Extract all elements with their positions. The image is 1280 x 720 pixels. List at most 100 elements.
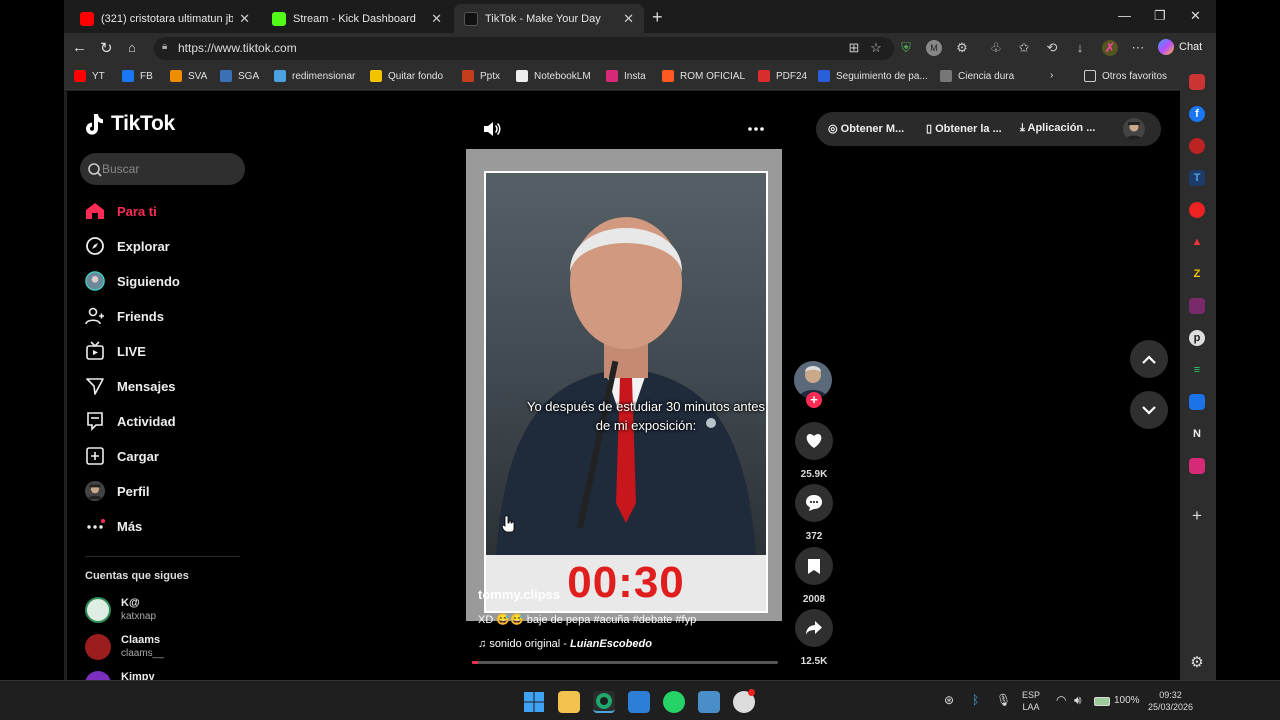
home-icon[interactable]: ⌂ bbox=[128, 40, 136, 55]
bookmark-item[interactable]: Pptx bbox=[462, 70, 500, 82]
nav-mensajes[interactable]: Mensajes bbox=[85, 376, 176, 396]
copilot-chat-button[interactable]: Chat bbox=[1158, 39, 1202, 55]
more-options-icon[interactable] bbox=[748, 126, 764, 132]
bookmark-item[interactable]: NotebookLM bbox=[516, 70, 591, 82]
whatsapp-icon[interactable] bbox=[663, 691, 685, 713]
close-icon[interactable]: ✕ bbox=[623, 11, 634, 27]
browser-essentials-icon[interactable]: ♧ bbox=[988, 40, 1004, 56]
bookmark-item[interactable]: redimensionar bbox=[274, 70, 355, 82]
like-action[interactable]: 25.9K bbox=[795, 422, 833, 480]
sidebar-app-icon[interactable]: ≡ bbox=[1189, 362, 1205, 378]
search-input[interactable]: Buscar bbox=[80, 153, 245, 185]
extension-m-icon[interactable]: M bbox=[926, 40, 942, 56]
following-user[interactable]: Kimpy bbox=[85, 671, 155, 680]
bookmark-item[interactable]: PDF24 bbox=[758, 70, 807, 82]
file-explorer-icon[interactable] bbox=[558, 691, 580, 713]
bookmark-icon[interactable] bbox=[795, 547, 833, 585]
bookmark-item[interactable]: Seguimiento de pa... bbox=[818, 70, 928, 82]
settings-gear-icon[interactable]: ⚙ bbox=[1189, 655, 1205, 671]
tab-tiktok[interactable]: TikTok - Make Your Day ✕ bbox=[454, 4, 644, 33]
other-favorites-folder[interactable]: Otros favoritos bbox=[1084, 70, 1167, 82]
nav-live[interactable]: LIVE bbox=[85, 341, 146, 361]
comment-action[interactable]: 372 bbox=[795, 484, 833, 542]
battery-indicator[interactable]: 100% bbox=[1094, 695, 1140, 707]
close-window-icon[interactable]: ✕ bbox=[1190, 8, 1201, 24]
new-tab-button[interactable]: + bbox=[652, 7, 663, 28]
share-action[interactable]: 12.5K bbox=[795, 609, 833, 667]
desktop-app-button[interactable]: ⤓ Aplicación ... bbox=[1020, 122, 1095, 135]
favorites-icon[interactable]: ✩ bbox=[1016, 40, 1032, 56]
bookmark-item[interactable]: Insta bbox=[606, 70, 646, 82]
get-coins-button[interactable]: ◎ Obtener M... bbox=[828, 122, 904, 135]
nav-perfil[interactable]: Perfil bbox=[85, 481, 150, 501]
close-icon[interactable]: ✕ bbox=[239, 11, 250, 27]
address-bar[interactable]: 🔒︎ https://www.tiktok.com bbox=[154, 37, 894, 60]
nav-mas[interactable]: Más bbox=[85, 516, 142, 536]
facebook-icon[interactable]: f bbox=[1189, 106, 1205, 122]
restore-icon[interactable]: ❐ bbox=[1154, 8, 1166, 24]
bookmark-item[interactable]: FB bbox=[122, 70, 153, 82]
volume-icon[interactable]: 🔊︎ bbox=[1074, 694, 1082, 706]
downloads-icon[interactable]: ↓ bbox=[1072, 40, 1088, 56]
bookmark-action[interactable]: 2008 bbox=[795, 547, 833, 605]
get-app-button[interactable]: ▯ Obtener la ... bbox=[926, 122, 1002, 135]
extensions-puzzle-icon[interactable]: ⚙ bbox=[954, 40, 970, 56]
language-indicator[interactable]: ESP LAA bbox=[1022, 689, 1040, 713]
bluetooth-icon[interactable]: ᛒ bbox=[972, 694, 979, 706]
user-avatar[interactable] bbox=[1123, 118, 1145, 140]
favorite-star-icon[interactable]: ☆ bbox=[868, 40, 884, 56]
translate-icon[interactable]: T bbox=[1189, 170, 1205, 186]
windows-start-icon[interactable] bbox=[523, 691, 545, 713]
video-username[interactable]: tommy.clipss bbox=[478, 587, 560, 602]
history-icon[interactable]: ⟲ bbox=[1044, 40, 1060, 56]
volume-icon[interactable] bbox=[483, 121, 501, 137]
nav-para-ti[interactable]: Para ti bbox=[85, 201, 157, 221]
bookmark-item[interactable]: Ciencia dura bbox=[940, 70, 1014, 82]
back-icon[interactable]: ← bbox=[72, 39, 87, 56]
next-video-button[interactable] bbox=[1130, 391, 1168, 429]
nav-explorar[interactable]: Explorar bbox=[85, 236, 170, 256]
sidebar-app-icon[interactable] bbox=[1189, 138, 1205, 154]
reload-icon[interactable]: ↻ bbox=[100, 39, 113, 57]
sidebar-app-icon[interactable]: ▲ bbox=[1189, 234, 1205, 250]
minimize-icon[interactable]: — bbox=[1118, 8, 1131, 23]
sidebar-app-icon[interactable]: p bbox=[1189, 330, 1205, 346]
store-icon[interactable] bbox=[628, 691, 650, 713]
sidebar-app-icon[interactable] bbox=[1189, 74, 1205, 90]
sidebar-app-icon[interactable] bbox=[1189, 394, 1205, 410]
edge-browser-icon[interactable] bbox=[593, 691, 615, 713]
bookmark-item[interactable]: Quitar fondo bbox=[370, 70, 443, 82]
sidebar-app-icon[interactable] bbox=[1189, 202, 1205, 218]
profile-avatar-icon[interactable]: ✗ bbox=[1102, 40, 1118, 56]
bookmark-item[interactable]: SGA bbox=[220, 70, 259, 82]
share-icon[interactable] bbox=[795, 609, 833, 647]
tab-youtube[interactable]: (321) cristotara ultimatun jb - YouT ✕ bbox=[70, 4, 260, 33]
comment-icon[interactable] bbox=[795, 484, 833, 522]
tiktok-logo[interactable]: TikTok bbox=[85, 112, 175, 136]
video-sound[interactable]: ♫ sonido original - LuianEscobedo bbox=[478, 638, 652, 650]
sidebar-app-icon[interactable]: Z bbox=[1189, 266, 1205, 282]
bookmark-item[interactable]: YT bbox=[74, 70, 105, 82]
clock[interactable]: 09:32 25/03/2026 bbox=[1148, 689, 1193, 713]
video-player[interactable]: Yo después de estudiar 30 minutos antes … bbox=[466, 149, 782, 621]
security-icon[interactable]: ⊛ bbox=[944, 694, 954, 706]
microphone-icon[interactable]: 🎙︎ bbox=[996, 694, 1011, 706]
wifi-icon[interactable]: ◠ bbox=[1056, 694, 1066, 706]
sidebar-app-icon[interactable] bbox=[1189, 298, 1205, 314]
add-sidebar-app-icon[interactable]: + bbox=[1189, 507, 1205, 524]
notion-icon[interactable]: N bbox=[1189, 426, 1205, 442]
video-progress-bar[interactable] bbox=[472, 661, 778, 664]
following-user[interactable]: K@ katxnap bbox=[85, 597, 156, 623]
tab-kick[interactable]: Stream - Kick Dashboard ✕ bbox=[262, 4, 452, 33]
nav-cargar[interactable]: Cargar bbox=[85, 446, 159, 466]
split-screen-icon[interactable]: ⊞ bbox=[846, 40, 862, 56]
nav-friends[interactable]: Friends bbox=[85, 306, 164, 326]
bookmark-item[interactable]: SVA bbox=[170, 70, 207, 82]
chevron-right-icon[interactable]: › bbox=[1050, 70, 1053, 81]
follow-plus-button[interactable]: + bbox=[806, 392, 822, 408]
more-menu-icon[interactable]: ⋯ bbox=[1130, 40, 1146, 56]
nav-actividad[interactable]: Actividad bbox=[85, 411, 176, 431]
previous-video-button[interactable] bbox=[1130, 340, 1168, 378]
following-user[interactable]: Claams claams__ bbox=[85, 634, 164, 660]
instagram-icon[interactable] bbox=[1189, 458, 1205, 474]
